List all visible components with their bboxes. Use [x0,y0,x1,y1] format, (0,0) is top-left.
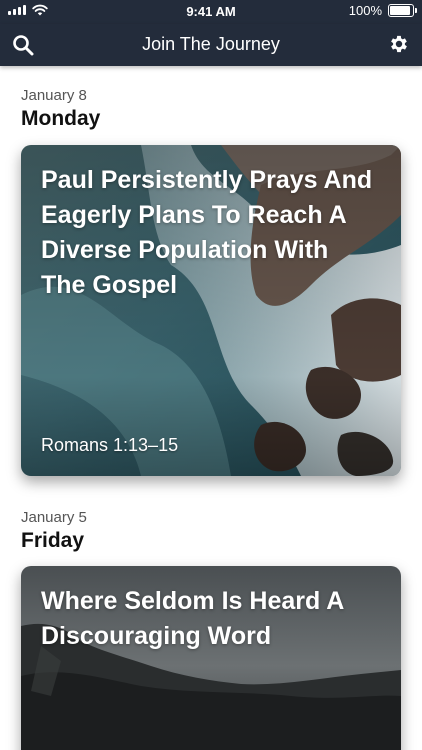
status-bar: 9:41 AM 100% [0,0,422,24]
gear-icon [391,35,407,53]
entry-date: January 5 [21,509,87,526]
battery-percent: 100% [348,3,382,18]
navigation-bar: Join The Journey [0,24,422,66]
entry-weekday: Friday [21,529,85,552]
day-header: January 5 Friday [21,509,401,553]
battery-icon [388,4,417,17]
scripture-reference: Romans 1:13–15 [41,435,179,455]
entry-weekday: Monday [21,107,101,130]
status-right: 100% [348,3,417,18]
entry-date: January 8 [21,87,87,104]
devotional-card[interactable]: Where Seldom Is Heard A Discouraging Wor… [21,566,401,750]
day-header: January 8 Monday [21,87,401,131]
devotional-card[interactable]: Paul Persistently Prays And Eagerly Plan… [21,145,401,476]
nav-title: Join The Journey [142,34,280,54]
card-title: Paul Persistently Prays And Eagerly Plan… [41,166,373,299]
settings-button[interactable] [388,33,410,55]
card-title: Where Seldom Is Heard A Discouraging Wor… [41,587,344,650]
journey-feed[interactable]: January 8 Monday Paul Persistently Prays… [0,66,422,750]
battery-fill [390,6,410,15]
